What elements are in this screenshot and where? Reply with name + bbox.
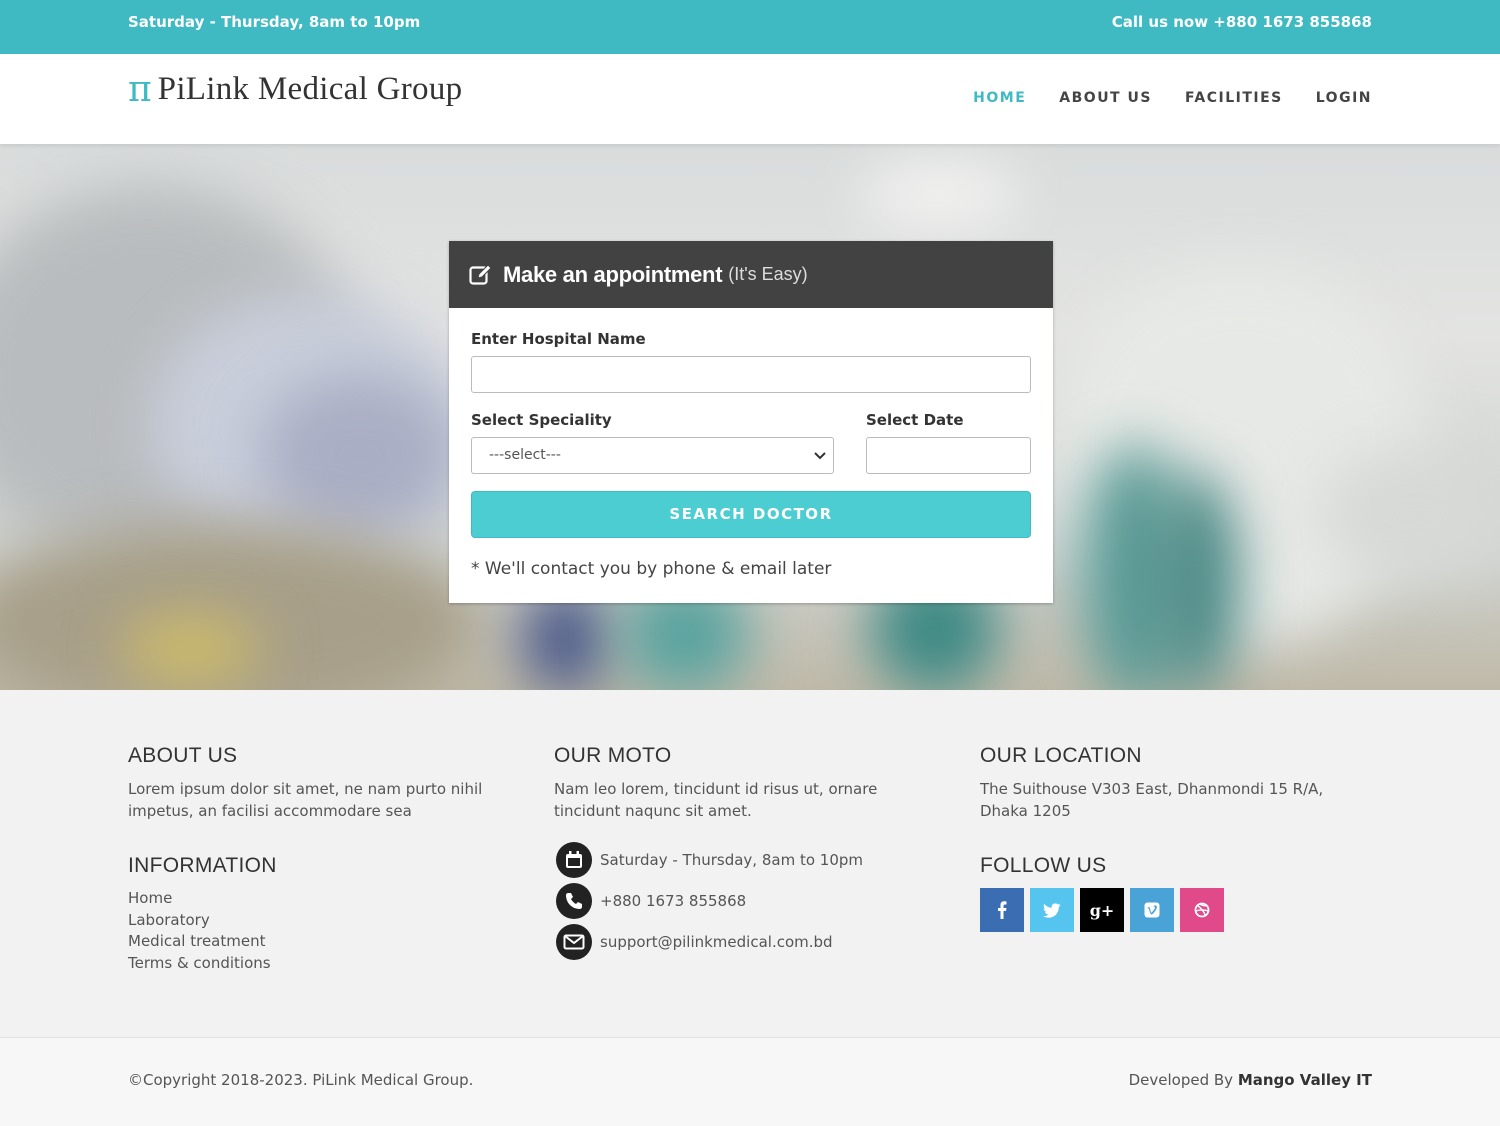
- follow-us-heading: FOLLOW US: [980, 854, 1107, 877]
- site-logo[interactable]: π PiLink Medical Group: [128, 71, 462, 108]
- envelope-icon: [556, 924, 592, 960]
- main-nav: HOME ABOUT US FACILITIES LOGIN: [940, 90, 1372, 106]
- contact-email: support@pilinkmedical.com.bd: [554, 924, 924, 960]
- dribbble-icon[interactable]: [1180, 888, 1224, 932]
- contact-phone-text[interactable]: +880 1673 855868: [600, 892, 746, 910]
- nav-facilities[interactable]: FACILITIES: [1185, 90, 1283, 106]
- brand-name: PiLink Medical Group: [157, 71, 463, 107]
- phone-icon: [556, 883, 592, 919]
- calendar-icon: [556, 842, 592, 878]
- edit-icon: [469, 263, 492, 285]
- hospital-name-label: Enter Hospital Name: [471, 330, 646, 348]
- footer-link-laboratory[interactable]: Laboratory: [128, 910, 498, 932]
- call-us-text[interactable]: Call us now +880 1673 855868: [1112, 13, 1372, 31]
- search-doctor-button[interactable]: SEARCH DOCTOR: [471, 491, 1031, 538]
- appointment-header: Make an appointment (It's Easy): [449, 241, 1053, 308]
- contact-phone: +880 1673 855868: [554, 883, 924, 919]
- our-location-heading: OUR LOCATION: [980, 744, 1142, 767]
- footer-link-medical-treatment[interactable]: Medical treatment: [128, 931, 498, 953]
- nav-about-us[interactable]: ABOUT US: [1059, 90, 1152, 106]
- our-location-text: The Suithouse V303 East, Dhanmondi 15 R/…: [980, 780, 1324, 820]
- speciality-select[interactable]: ---select---: [471, 437, 834, 474]
- nav-login[interactable]: LOGIN: [1316, 90, 1372, 106]
- about-us-text: Lorem ipsum dolor sit amet, ne nam purto…: [128, 780, 483, 820]
- developer-credit: Developed By Mango Valley IT: [1129, 1071, 1372, 1089]
- google-plus-glyph: g+: [1089, 900, 1115, 920]
- appointment-subtitle: (It's Easy): [728, 264, 808, 284]
- footer-link-home[interactable]: Home: [128, 888, 498, 910]
- our-moto-heading: OUR MOTO: [554, 744, 672, 767]
- contact-hours-text: Saturday - Thursday, 8am to 10pm: [600, 851, 863, 869]
- about-us-heading: ABOUT US: [128, 744, 238, 767]
- top-info-bar: Saturday - Thursday, 8am to 10pm Call us…: [0, 0, 1500, 54]
- footer-col-about: ABOUT US Lorem ipsum dolor sit amet, ne …: [128, 744, 498, 974]
- appointment-title: Make an appointment: [503, 261, 723, 287]
- speciality-label: Select Speciality: [471, 411, 612, 429]
- vimeo-icon[interactable]: [1130, 888, 1174, 932]
- information-links: Home Laboratory Medical treatment Terms …: [128, 888, 498, 974]
- developed-by-label: Developed By: [1128, 1071, 1234, 1089]
- appointment-form-card: Make an appointment (It's Easy) Enter Ho…: [449, 241, 1053, 603]
- speciality-selected-value: ---select---: [489, 447, 561, 463]
- nav-home[interactable]: HOME: [973, 90, 1026, 106]
- contact-hours: Saturday - Thursday, 8am to 10pm: [554, 842, 924, 878]
- developer-link[interactable]: Mango Valley IT: [1238, 1071, 1372, 1089]
- copyright-text: ©Copyright 2018-2023. PiLink Medical Gro…: [128, 1071, 474, 1089]
- date-label: Select Date: [866, 411, 964, 429]
- pi-logo-icon: π: [128, 68, 152, 110]
- contact-note: * We'll contact you by phone & email lat…: [471, 559, 832, 579]
- our-moto-text: Nam leo lorem, tincidunt id risus ut, or…: [554, 780, 878, 820]
- chevron-down-icon: [814, 452, 826, 460]
- social-links: g+: [980, 888, 1350, 932]
- twitter-icon[interactable]: [1030, 888, 1074, 932]
- hospital-name-input[interactable]: [471, 356, 1031, 393]
- footer-col-moto: OUR MOTO Nam leo lorem, tincidunt id ris…: [554, 744, 924, 960]
- google-plus-icon[interactable]: g+: [1080, 888, 1124, 932]
- date-input[interactable]: [866, 437, 1031, 474]
- appointment-form: Enter Hospital Name Select Speciality --…: [449, 308, 1053, 579]
- facebook-icon[interactable]: [980, 888, 1024, 932]
- opening-hours: Saturday - Thursday, 8am to 10pm: [128, 13, 421, 31]
- information-heading: INFORMATION: [128, 854, 277, 877]
- contact-email-text[interactable]: support@pilinkmedical.com.bd: [600, 933, 833, 951]
- site-footer: ABOUT US Lorem ipsum dolor sit amet, ne …: [0, 690, 1500, 1038]
- footer-col-location: OUR LOCATION The Suithouse V303 East, Dh…: [980, 744, 1350, 932]
- footer-link-terms[interactable]: Terms & conditions: [128, 953, 498, 975]
- site-header: π PiLink Medical Group HOME ABOUT US FAC…: [0, 54, 1500, 144]
